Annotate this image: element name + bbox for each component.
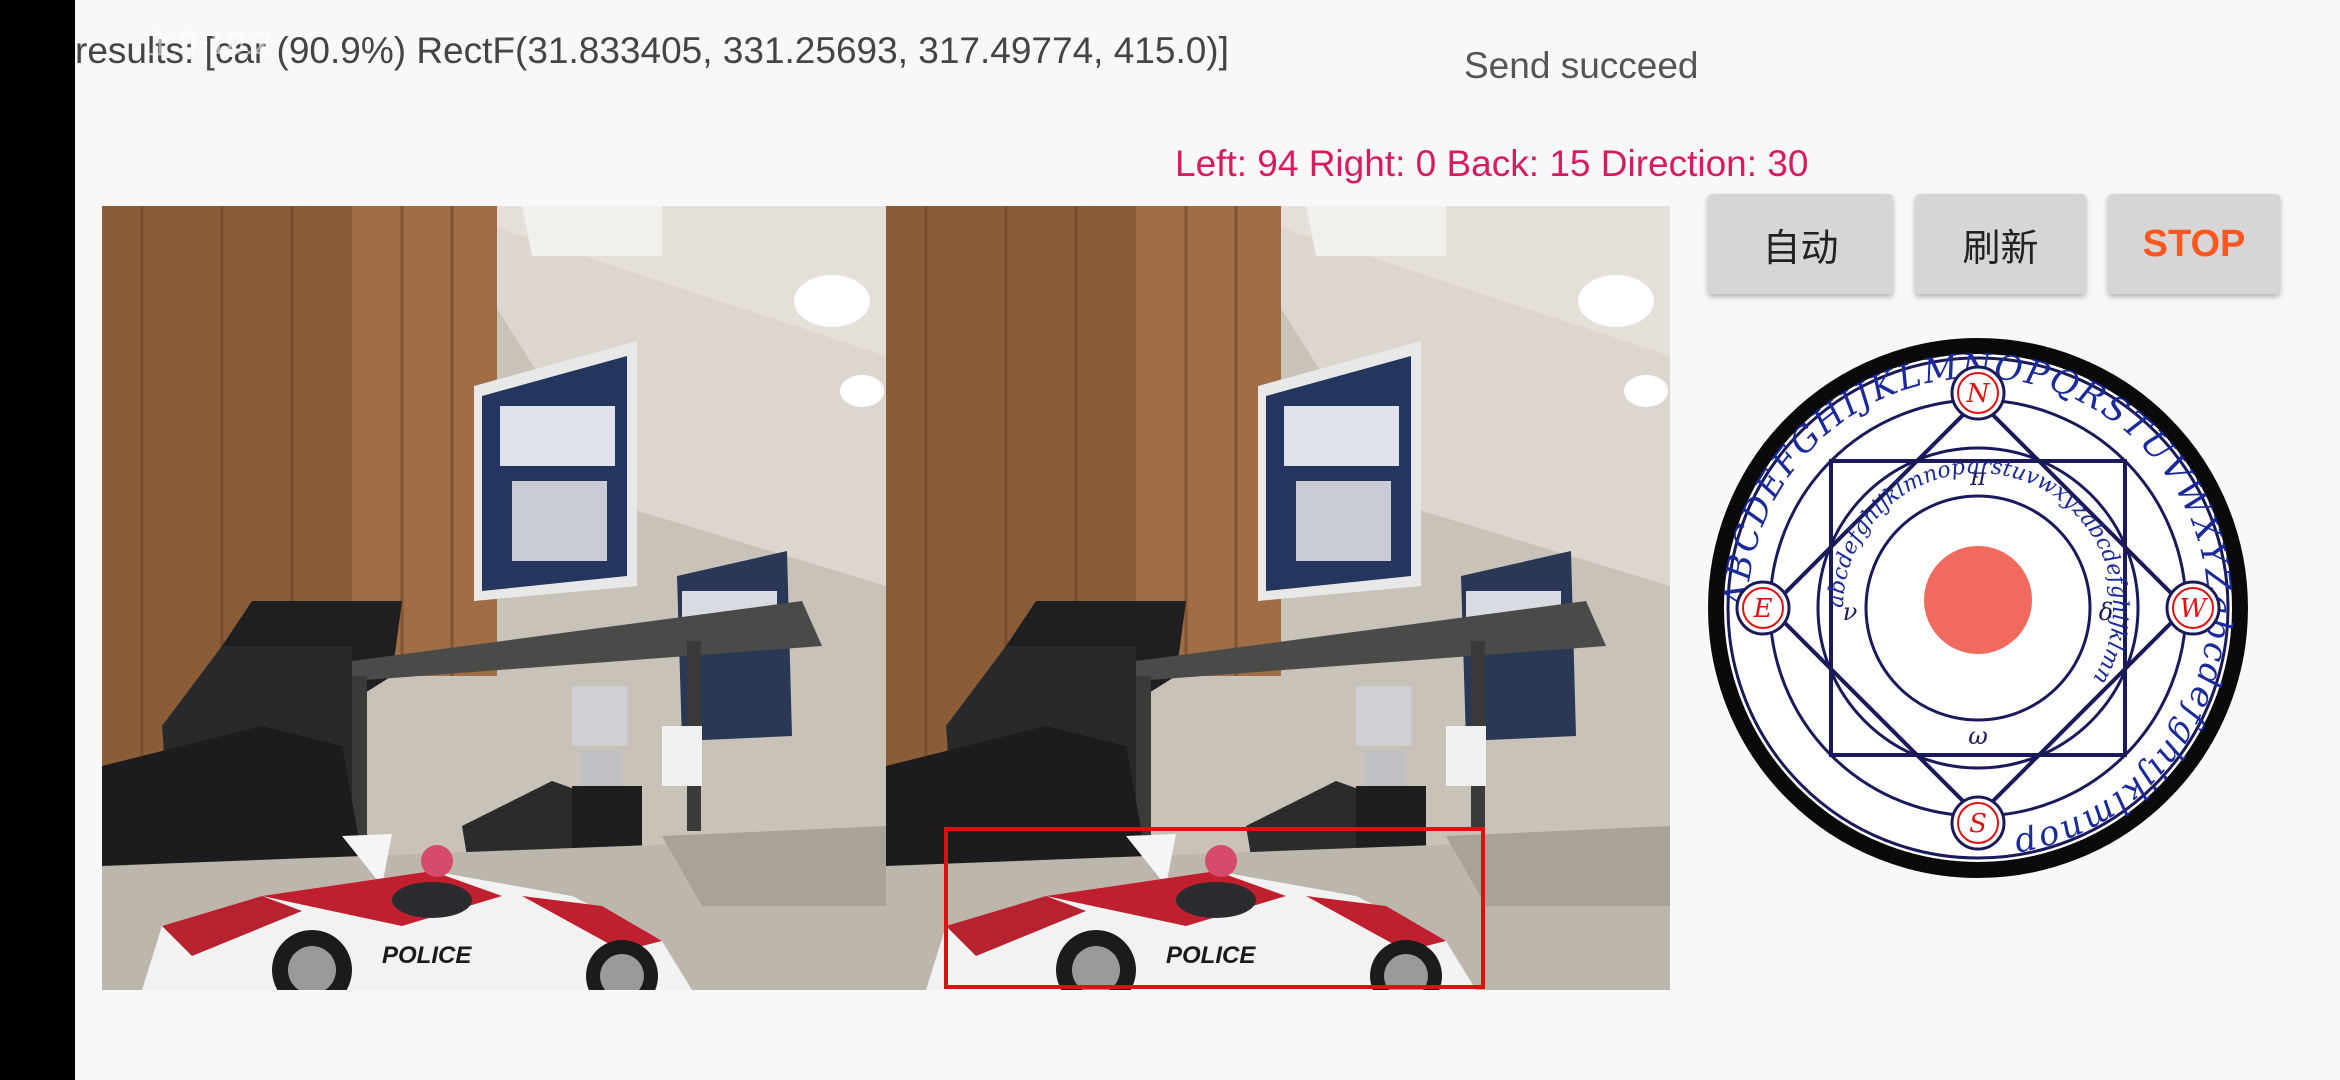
stop-button[interactable]: STOP (2108, 194, 2280, 294)
seal-glyph: ν (1843, 598, 1858, 626)
joystick-knob[interactable] (1924, 546, 2032, 654)
camera-preview-raw: POLICE (102, 206, 886, 990)
display-cutout (0, 0, 75, 1080)
camera-scene: POLICE (886, 206, 1670, 990)
motor-values-readout: Left: 94 Right: 0 Back: 15 Direction: 30 (1175, 143, 1809, 184)
camera-preview-detection: POLICE (886, 206, 1670, 990)
auto-button[interactable]: 自动 (1708, 194, 1893, 294)
car-decal-text: POLICE (382, 942, 472, 969)
app-screen: results: [car (90.9%) RectF(31.833405, 3… (75, 0, 2340, 1080)
seal-letter: E (1753, 594, 1773, 624)
seal-glyph: ω (1968, 722, 1988, 750)
seal-letter: N (1966, 379, 1991, 409)
send-status-text: Send succeed (1464, 45, 1699, 86)
refresh-button[interactable]: 刷新 (1915, 194, 2086, 294)
joystick-pad[interactable]: ABCDEFGHIJKLMNOPQRSTUVWXYZabcdefghijklmn… (1698, 328, 2258, 888)
seal-glyph: π (1969, 463, 1987, 491)
car-decal-text: POLICE (1166, 942, 1256, 969)
seal-letter: W (2180, 594, 2209, 624)
status-time: 上午10:2 (145, 25, 272, 61)
camera-scene: POLICE (102, 206, 886, 990)
seal-letter: S (1969, 809, 1987, 839)
seal-glyph: δ (2099, 598, 2113, 626)
